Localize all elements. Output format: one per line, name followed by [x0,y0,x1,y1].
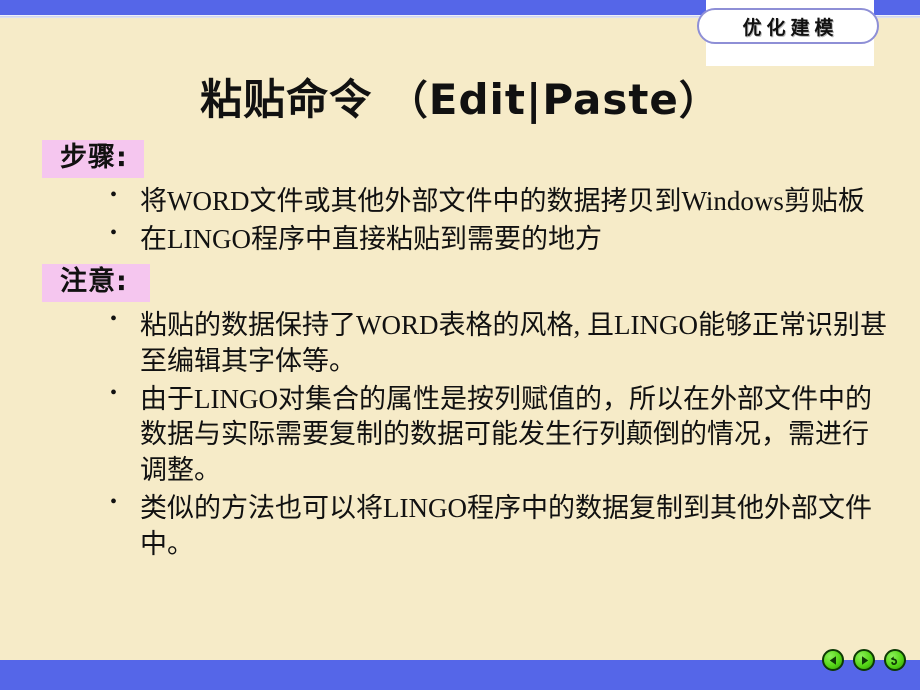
page-title-english: Edit|Paste [428,75,679,124]
list-item: 由于LINGO对集合的属性是按列赋值的，所以在外部文件中的数据与实际需要复制的数… [0,380,920,490]
section-label-notes: 注意: [42,263,150,302]
page-title: 粘贴命令 （Edit|Paste） [0,66,920,127]
list-item: 类似的方法也可以将LINGO程序中的数据复制到其他外部文件中。 [0,489,920,563]
list-item: 将WORD文件或其他外部文件中的数据拷贝到Windows剪贴板 [0,182,920,220]
section-notes: 注意: 粘贴的数据保持了WORD表格的风格, 且LINGO能够正常识别甚至编辑其… [0,263,920,563]
previous-slide-button[interactable] [822,649,844,671]
slide-navigation [822,649,906,671]
slide-body: 步骤: 将WORD文件或其他外部文件中的数据拷贝到Windows剪贴板 在LIN… [0,140,920,565]
list-item: 在LINGO程序中直接粘贴到需要的地方 [0,220,920,258]
page-title-paren-close: ） [678,78,720,124]
section-label-steps: 步骤: [42,140,144,178]
return-arrow-icon [889,654,901,666]
header-badge: 优化建模 [697,8,879,44]
page-title-paren-open: （ [387,78,429,124]
section-steps: 步骤: 将WORD文件或其他外部文件中的数据拷贝到Windows剪贴板 在LIN… [0,140,920,258]
bottom-decorative-bar [0,660,920,690]
next-slide-button[interactable] [853,649,875,671]
return-home-button[interactable] [884,649,906,671]
triangle-left-icon [828,655,839,666]
list-item: 粘贴的数据保持了WORD表格的风格, 且LINGO能够正常识别甚至编辑其字体等。 [0,306,920,380]
notes-list: 粘贴的数据保持了WORD表格的风格, 且LINGO能够正常识别甚至编辑其字体等。… [0,306,920,563]
header-badge-label: 优化建模 [742,16,839,39]
triangle-right-icon [859,655,870,666]
page-title-cjk: 粘贴命令 [200,75,373,124]
steps-list: 将WORD文件或其他外部文件中的数据拷贝到Windows剪贴板 在LINGO程序… [0,182,920,258]
slide-canvas: 优化建模 粘贴命令 （Edit|Paste） 步骤: 将WORD文件或其他外部文… [0,0,920,690]
